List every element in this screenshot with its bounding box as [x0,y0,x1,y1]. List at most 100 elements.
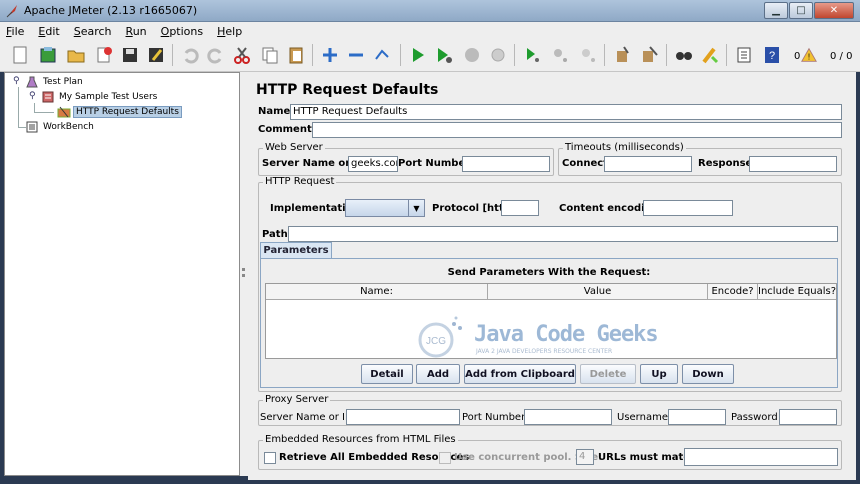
content-encoding-field[interactable] [643,200,733,216]
svg-text:?: ? [769,50,775,62]
reset-search-icon[interactable] [698,43,722,67]
protocol-field[interactable] [501,200,539,216]
minimize-button[interactable]: ▁ [764,2,788,19]
close-window-button[interactable]: ✕ [814,2,854,19]
remote-stop-icon[interactable] [548,43,572,67]
page-title: HTTP Request Defaults [256,82,439,98]
toggle-icon[interactable] [370,43,394,67]
delete-button[interactable]: Delete [580,364,636,384]
remote-shutdown-icon[interactable] [576,43,600,67]
tree-node-http-request-defaults[interactable]: HTTP Request Defaults [57,105,182,119]
proxy-server-field[interactable] [346,409,460,425]
clear-icon[interactable] [610,43,634,67]
expand-icon[interactable] [318,43,342,67]
proxy-password-label: Password [731,412,778,423]
implementation-select[interactable]: ▼ [345,199,425,217]
jcg-logo-icon: JCG [418,316,462,358]
tree-toggle-test-plan[interactable]: ⚲ [13,76,20,86]
parameters-table[interactable]: Name: Value Encode? Include Equals? JCG … [265,283,837,359]
proxy-server-label: Server Name or IP: [260,412,355,423]
menu-options[interactable]: Options [161,25,203,38]
response-label: Response: [698,158,757,169]
urls-must-match-field[interactable] [684,448,838,466]
clear-all-icon[interactable] [638,43,662,67]
http-defaults-panel: HTTP Request Defaults Name: HTTP Request… [248,72,856,480]
down-button[interactable]: Down [682,364,734,384]
help-icon[interactable]: ? [760,43,784,67]
menu-bar: File Edit Search Run Options Help [0,22,860,40]
thread-counter: 0 / 0 [830,51,853,62]
retrieve-embedded-checkbox[interactable] [264,452,276,464]
undo-icon[interactable] [178,43,202,67]
shutdown-icon[interactable] [486,43,510,67]
proxy-port-field[interactable] [524,409,612,425]
add-from-clipboard-button[interactable]: Add from Clipboard [464,364,576,384]
window-title: Apache JMeter (2.13 r1665067) [24,4,198,17]
proxy-username-label: Username [617,412,668,423]
maximize-button[interactable]: □ [789,2,813,19]
proxy-port-label: Port Number: [462,412,529,423]
templates-icon[interactable] [36,43,60,67]
server-name-field[interactable]: geeks.com [348,156,398,172]
start-icon[interactable] [406,43,430,67]
add-button[interactable]: Add [416,364,460,384]
tree-node-workbench[interactable]: WorkBench [25,120,96,134]
column-include-equals[interactable]: Include Equals? [758,284,836,300]
parameters-pane: Send Parameters With the Request: Name: … [260,258,838,388]
save-as-icon[interactable] [144,43,168,67]
connect-timeout-field[interactable] [604,156,692,172]
thread-group-icon [41,90,55,104]
parameters-heading: Send Parameters With the Request: [447,267,651,278]
proxy-password-field[interactable] [779,409,837,425]
warning-icon[interactable]: ! [800,46,818,64]
chevron-down-icon[interactable]: ▼ [408,200,424,216]
port-number-field[interactable] [462,156,550,172]
redo-icon[interactable] [204,43,228,67]
tree-toggle-thread-group[interactable]: ⚲ [29,91,36,101]
menu-file[interactable]: File [6,25,24,38]
open-icon[interactable] [64,43,88,67]
config-element-icon [57,105,71,119]
column-encode[interactable]: Encode? [708,284,758,300]
test-plan-tree: ⚲ ⚲ Test Plan My Sample Test Users HTTP … [4,72,240,476]
window-title-bar: Apache JMeter (2.13 r1665067) ▁ □ ✕ [0,0,860,22]
stop-icon[interactable] [460,43,484,67]
menu-help[interactable]: Help [217,25,242,38]
paste-icon[interactable] [284,43,308,67]
name-field[interactable]: HTTP Request Defaults [290,104,842,120]
close-test-icon[interactable] [92,43,116,67]
tree-node-test-plan[interactable]: Test Plan [25,75,85,89]
menu-edit[interactable]: Edit [38,25,59,38]
proxy-username-field[interactable] [668,409,726,425]
name-label: Name: [258,106,295,117]
menu-search[interactable]: Search [74,25,112,38]
svg-text:!: ! [808,53,810,62]
response-timeout-field[interactable] [749,156,837,172]
detail-button[interactable]: Detail [361,364,413,384]
save-icon[interactable] [118,43,142,67]
jmeter-feather-icon [4,3,20,19]
function-helper-icon[interactable] [732,43,756,67]
watermark: JCG Java Code Geeks JAVA 2 JAVA DEVELOPE… [416,316,716,360]
up-button[interactable]: Up [640,364,678,384]
tab-parameters[interactable]: Parameters [260,242,332,258]
new-icon[interactable] [8,43,32,67]
tree-node-thread-group[interactable]: My Sample Test Users [41,90,159,104]
comments-field[interactable] [312,122,842,138]
svg-text:JCG: JCG [426,336,446,347]
beaker-icon [25,75,39,89]
workbench-icon [25,120,39,134]
cut-icon[interactable] [230,43,254,67]
path-field[interactable] [288,226,838,242]
column-name[interactable]: Name: [266,284,488,300]
concurrent-pool-checkbox[interactable] [439,452,451,464]
split-pane-divider[interactable] [240,72,248,476]
remote-start-icon[interactable] [520,43,544,67]
column-value[interactable]: Value [488,284,708,300]
start-no-pauses-icon[interactable] [432,43,456,67]
copy-icon[interactable] [258,43,282,67]
pool-size-field[interactable]: 4 [576,449,594,465]
menu-run[interactable]: Run [126,25,147,38]
search-icon[interactable] [672,43,696,67]
collapse-icon[interactable] [344,43,368,67]
